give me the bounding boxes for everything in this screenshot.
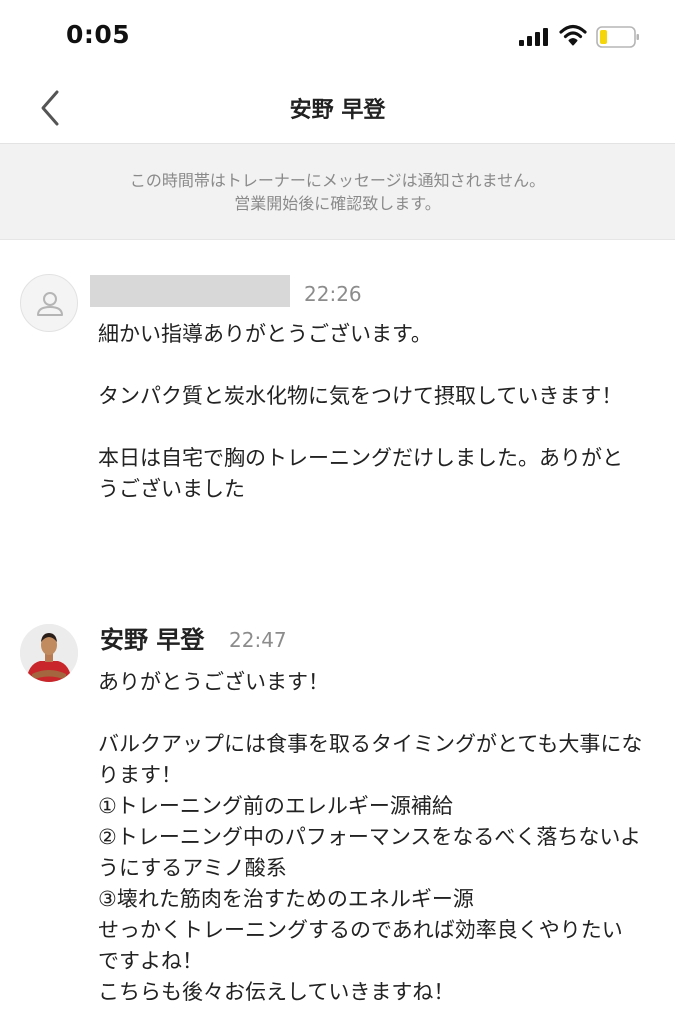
signal-icon [519, 28, 548, 46]
message-text: 細かい指導ありがとうございます。 タンパク質と炭水化物に気をつけて摂取していきま… [98, 322, 623, 501]
default-user-icon [37, 292, 63, 316]
status-time: 0:05 [66, 20, 131, 49]
notice-line: この時間帯はトレーナーにメッセージは通知されません。 [129, 171, 546, 190]
sender-name: 安野 早登 [100, 626, 205, 654]
sender-name-redacted [90, 275, 290, 307]
avatar[interactable] [20, 624, 78, 682]
message-time: 22:47 [229, 628, 287, 652]
wifi-icon [559, 24, 587, 46]
trainer-photo [20, 624, 78, 682]
notice-banner: この時間帯はトレーナーにメッセージは通知されません。 営業開始後に確認致します。 [0, 144, 675, 240]
battery-icon [596, 26, 639, 48]
status-bar: 0:05 [0, 0, 675, 72]
message-time: 22:26 [304, 282, 362, 306]
message-text: ありがとうございます！ バルクアップには食事を取るタイミングがとても大事になりま… [98, 670, 643, 1004]
avatar[interactable] [20, 274, 78, 332]
nav-header: 安野 早登 [0, 72, 675, 144]
notice-line: 営業開始後に確認致します。 [234, 194, 441, 213]
page-title: 安野 早登 [289, 98, 386, 123]
